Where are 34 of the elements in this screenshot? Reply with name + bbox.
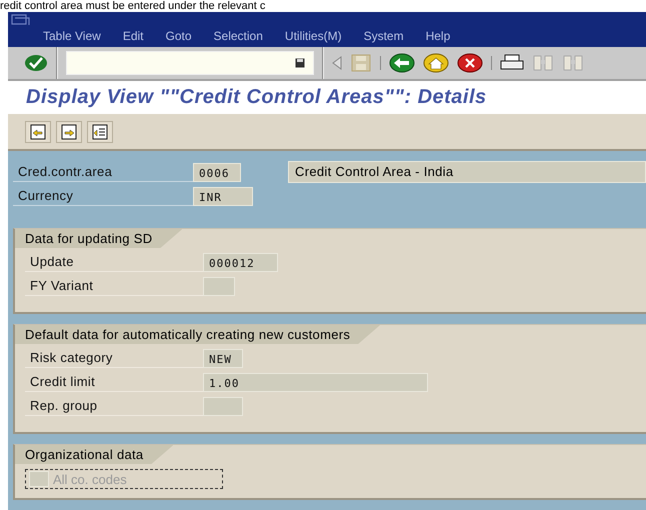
field-label: Cred.contr.area — [13, 162, 193, 182]
field-label: FY Variant — [25, 276, 203, 296]
menu-item[interactable]: Selection — [214, 29, 263, 43]
menu-item[interactable]: Goto — [166, 29, 192, 43]
input-field[interactable]: 1.00 — [203, 372, 428, 392]
input-field[interactable]: 000012 — [203, 252, 278, 272]
menu-item[interactable]: Table View — [43, 29, 101, 43]
house-icon[interactable] — [423, 52, 449, 73]
enter-icon[interactable] — [24, 54, 48, 72]
save-icon[interactable] — [295, 58, 305, 68]
screen-title: Display View ""Credit Control Areas"": Details — [26, 86, 487, 110]
input-field[interactable] — [203, 276, 235, 296]
field-label: Rep. group — [25, 396, 203, 416]
field-label: Credit limit — [25, 372, 203, 392]
menu-item[interactable]: Utilities(M) — [284, 29, 342, 43]
group-title: Organizational data — [15, 445, 174, 464]
field-label: Currency — [13, 186, 193, 206]
command-field[interactable] — [66, 50, 314, 75]
input-field[interactable] — [203, 396, 243, 416]
field-value[interactable]: INR — [193, 186, 253, 206]
print-icon[interactable] — [500, 54, 524, 72]
triangle-left-icon[interactable] — [332, 56, 342, 70]
group-title: Default data for automatically creating new customers — [15, 325, 380, 344]
caption-text: redit control area must be entered under the relevant c — [0, 0, 266, 12]
group-title: Data for updating SD — [15, 229, 182, 248]
field-label: Risk category — [25, 348, 203, 368]
menu-item[interactable]: System — [364, 29, 404, 43]
field-label: Update — [25, 252, 203, 272]
menu-item[interactable]: Help — [426, 29, 450, 43]
input-field[interactable]: NEW — [203, 348, 243, 368]
cancel-icon[interactable] — [457, 52, 483, 73]
field-value[interactable]: 0006 — [193, 162, 241, 182]
description-field: Credit Control Area - India — [288, 161, 646, 183]
menu-item[interactable]: Edit — [122, 29, 144, 43]
